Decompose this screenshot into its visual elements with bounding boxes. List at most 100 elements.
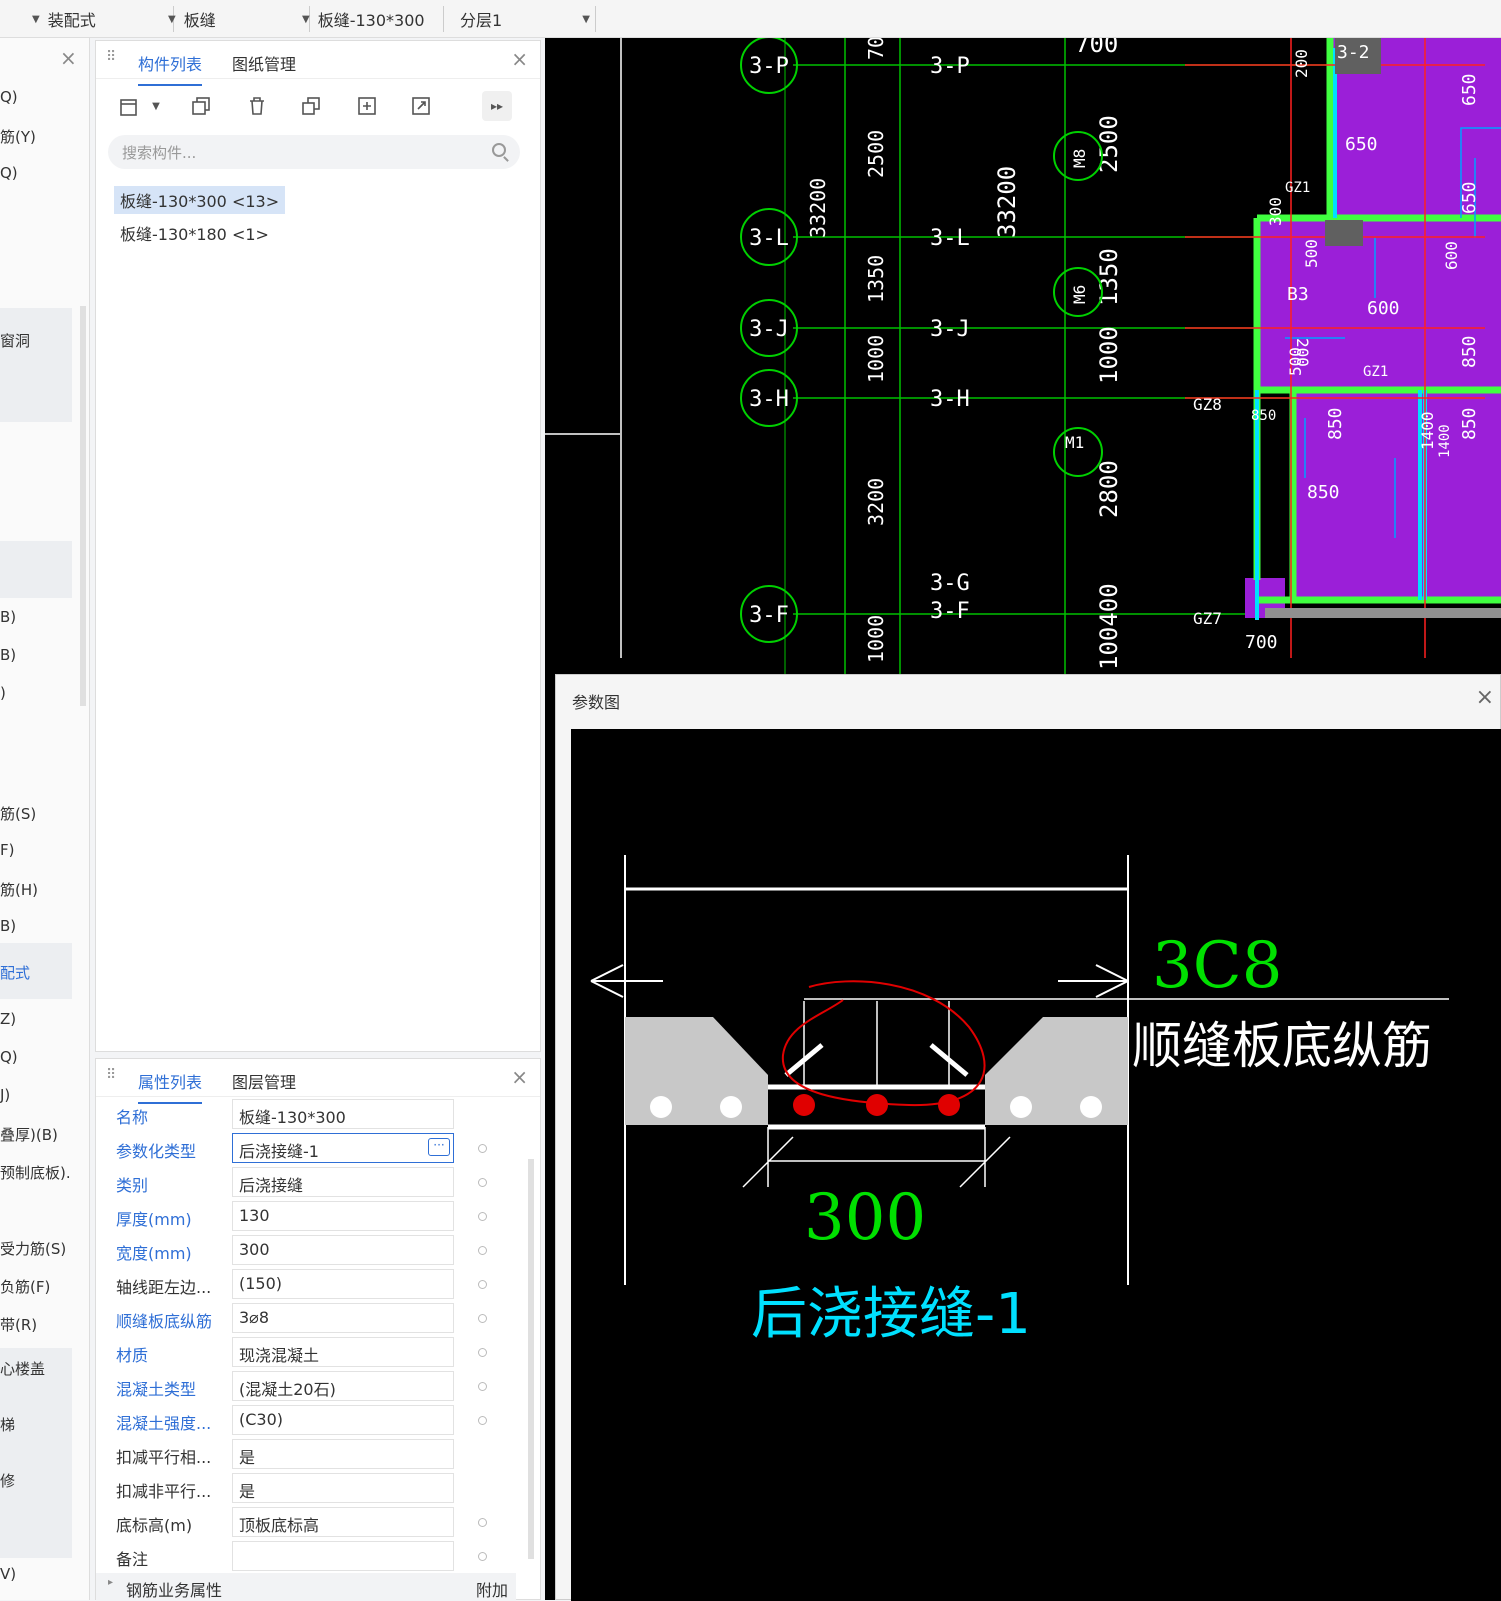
duplicate-icon[interactable] (296, 91, 326, 121)
nav-item[interactable]: ) (0, 684, 6, 702)
component-dropdown[interactable]: ▼ 板缝-130*300 (302, 4, 444, 34)
svg-text:B3: B3 (1287, 284, 1309, 305)
nav-item[interactable]: B) (0, 608, 16, 626)
more-options-icon[interactable]: ··· (428, 1138, 450, 1156)
bottom-elevation-field[interactable]: 顶板底标高 (232, 1507, 454, 1537)
category-dropdown[interactable]: ▼ 装配式 (32, 4, 174, 34)
nav-item[interactable]: 修 (0, 1470, 15, 1491)
nav-item[interactable]: 筋(Y) (0, 126, 36, 147)
deduct-nonparallel-field[interactable]: 是 (232, 1473, 454, 1503)
param-type-field[interactable]: 后浇接缝-1 ··· (232, 1133, 454, 1163)
deduct-parallel-field[interactable]: 是 (232, 1439, 454, 1469)
svg-text:600: 600 (1442, 241, 1461, 270)
svg-text:1350: 1350 (1095, 248, 1123, 306)
tab-drawing-management[interactable]: 图纸管理 (232, 51, 296, 75)
new-component-icon[interactable] (114, 91, 144, 121)
radio-dot[interactable] (478, 1416, 487, 1425)
search-icon[interactable] (492, 143, 506, 157)
nav-item[interactable]: B) (0, 917, 16, 935)
nav-item[interactable]: Q) (0, 164, 18, 182)
nav-item[interactable]: B) (0, 646, 16, 664)
close-icon[interactable]: × (511, 1067, 528, 1087)
svg-text:GZ8: GZ8 (1193, 395, 1222, 414)
nav-item[interactable]: 筋(H) (0, 879, 38, 900)
more-icon[interactable]: ▸▸ (482, 91, 512, 121)
nav-item[interactable]: 叠厚)(B) (0, 1124, 58, 1145)
nav-item[interactable]: 带(R) (0, 1314, 37, 1335)
name-field[interactable]: 板缝-130*300 (232, 1099, 454, 1129)
delete-icon[interactable] (242, 91, 272, 121)
svg-text:3-L: 3-L (930, 226, 970, 251)
rebar-field[interactable]: 3⌀8 (232, 1303, 454, 1333)
rebar-description: 顺缝板底纵筋 (1132, 1017, 1432, 1075)
scrollbar[interactable] (528, 1159, 534, 1559)
svg-text:650: 650 (1459, 73, 1480, 106)
nav-item[interactable]: Z) (0, 1010, 16, 1028)
svg-text:3-G: 3-G (930, 571, 970, 596)
category-field[interactable]: 后浇接缝 (232, 1167, 454, 1197)
chevron-right-icon: ▸ (108, 1577, 114, 1588)
nav-item[interactable]: 预制底板). (0, 1162, 71, 1183)
material-field[interactable]: 现浇混凝土 (232, 1337, 454, 1367)
thickness-field[interactable]: 130 (232, 1201, 454, 1231)
property-row-remark: 备注 (96, 1539, 516, 1573)
concrete-strength-field[interactable]: (C30) (232, 1405, 454, 1435)
chevron-down-icon: ▼ (302, 13, 310, 25)
close-icon[interactable]: × (60, 48, 77, 68)
nav-item[interactable]: 梯 (0, 1414, 15, 1435)
nav-item[interactable]: Q) (0, 1048, 18, 1066)
copy-icon[interactable] (186, 91, 216, 121)
tab-component-list[interactable]: 构件列表 (138, 51, 203, 86)
chevron-down-icon[interactable]: ▼ (148, 91, 164, 121)
svg-text:GZ1: GZ1 (1285, 180, 1310, 196)
radio-dot[interactable] (478, 1552, 487, 1561)
nav-item[interactable]: V) (0, 1565, 16, 1583)
axis-bubble-label: 3-H (749, 387, 789, 412)
nav-item[interactable]: 窗洞 (0, 330, 30, 351)
radio-dot[interactable] (478, 1314, 487, 1323)
rebar-business-properties-group[interactable]: ▸ 钢筋业务属性 附加 (96, 1573, 516, 1601)
close-icon[interactable]: × (1476, 685, 1494, 710)
nav-item[interactable]: 受力筋(S) (0, 1238, 66, 1259)
layer-dropdown[interactable]: 分层1 ▼ (460, 4, 596, 34)
scrollbar[interactable] (80, 306, 86, 706)
radio-dot[interactable] (478, 1178, 487, 1187)
import-icon[interactable] (352, 91, 382, 121)
close-icon[interactable]: × (511, 49, 528, 69)
radio-dot[interactable] (478, 1212, 487, 1221)
width-field[interactable]: 300 (232, 1235, 454, 1265)
width-label: 300 (804, 1181, 926, 1255)
radio-dot[interactable] (478, 1382, 487, 1391)
nav-item[interactable]: Q) (0, 88, 18, 106)
radio-dot[interactable] (478, 1280, 487, 1289)
nav-item[interactable]: F) (0, 841, 14, 859)
property-row-rebar: 顺缝板底纵筋 3⌀8 (96, 1301, 516, 1335)
svg-text:700: 700 (864, 38, 888, 60)
axis-offset-field[interactable]: (150) (232, 1269, 454, 1299)
drag-handle-icon[interactable]: ⠿ (106, 49, 116, 65)
svg-text:3-J: 3-J (930, 317, 970, 342)
search-input[interactable]: 搜索构件... (108, 135, 520, 169)
nav-item[interactable]: 心楼盖 (0, 1358, 45, 1379)
nav-item[interactable]: 负筋(F) (0, 1276, 50, 1297)
export-icon[interactable] (406, 91, 436, 121)
tab-layer-management[interactable]: 图层管理 (232, 1069, 296, 1093)
radio-dot[interactable] (478, 1518, 487, 1527)
nav-item[interactable]: J) (0, 1086, 10, 1104)
list-item[interactable]: 板缝-130*300 <13> (114, 186, 286, 214)
nav-item-active[interactable]: 配式 (0, 962, 30, 983)
svg-text:2500: 2500 (864, 130, 888, 178)
radio-dot[interactable] (478, 1144, 487, 1153)
tab-property-list[interactable]: 属性列表 (138, 1069, 203, 1104)
radio-dot[interactable] (478, 1348, 487, 1357)
radio-dot[interactable] (478, 1246, 487, 1255)
svg-text:3-2: 3-2 (1337, 42, 1370, 63)
remark-field[interactable] (232, 1541, 454, 1571)
concrete-type-field[interactable]: (混凝土20石) (232, 1371, 454, 1401)
nav-item[interactable]: 筋(S) (0, 803, 36, 824)
parameter-diagram-canvas: 3C8 顺缝板底纵筋 300 后浇接缝-1 (571, 729, 1501, 1601)
list-item[interactable]: 板缝-130*180 <1> (114, 219, 275, 247)
type-dropdown[interactable]: ▼ 板缝 (168, 4, 310, 34)
axis-bubble-label: 3-P (749, 54, 789, 79)
drag-handle-icon[interactable]: ⠿ (106, 1067, 116, 1083)
